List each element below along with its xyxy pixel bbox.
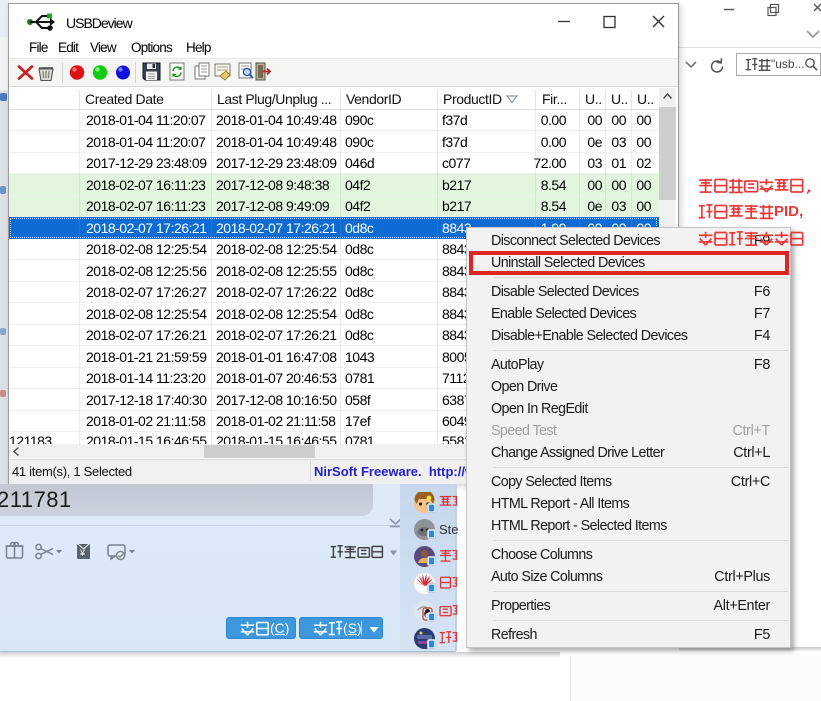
svg-text:¥: ¥	[79, 548, 86, 558]
